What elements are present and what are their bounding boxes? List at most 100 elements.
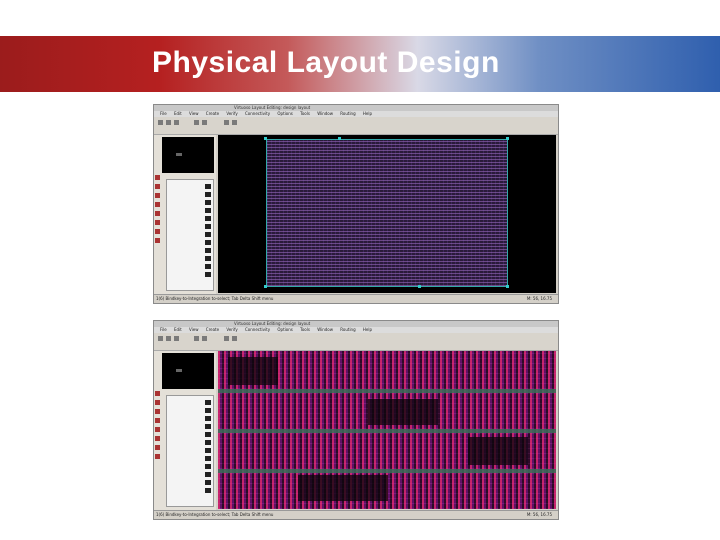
menu-options[interactable]: Options — [277, 111, 292, 116]
menu-verify[interactable]: Verify — [226, 111, 237, 116]
layer-row[interactable] — [168, 456, 214, 461]
layer-row[interactable] — [168, 480, 214, 485]
layer-row[interactable] — [168, 192, 214, 197]
layer-row[interactable] — [168, 200, 214, 205]
layer-row[interactable] — [168, 472, 214, 477]
layer-row[interactable] — [168, 400, 214, 405]
menu-view[interactable]: View — [189, 327, 199, 332]
tool-icon[interactable] — [155, 418, 160, 423]
layout-canvas[interactable] — [218, 351, 556, 509]
menu-window[interactable]: Window — [317, 327, 333, 332]
tool-icon[interactable] — [155, 184, 160, 189]
toolbar-button-icon[interactable] — [194, 336, 199, 341]
menu-connectivity[interactable]: Connectivity — [245, 111, 270, 116]
menu-options[interactable]: Options — [277, 327, 292, 332]
layer-swatch — [205, 488, 211, 493]
layer-row[interactable] — [168, 448, 214, 453]
cursor-coordinates: M: 56, 16.75 — [526, 296, 552, 301]
layout-screenshot-placement: Virtuoso Layout Editing: design layout F… — [153, 104, 559, 304]
tool-icon[interactable] — [155, 229, 160, 234]
menu-connectivity[interactable]: Connectivity — [245, 327, 270, 332]
layer-row[interactable] — [168, 272, 214, 277]
menu-routing[interactable]: Routing — [340, 327, 355, 332]
menu-tools[interactable]: Tools — [300, 111, 310, 116]
tool-icon[interactable] — [155, 211, 160, 216]
toolbar-button-icon[interactable] — [158, 336, 163, 341]
tool-icon[interactable] — [155, 427, 160, 432]
layer-row[interactable] — [168, 264, 214, 269]
layer-row[interactable] — [168, 184, 214, 189]
toolbar-button-icon[interactable] — [202, 336, 207, 341]
menu-help[interactable]: Help — [363, 111, 372, 116]
tool-icon[interactable] — [155, 454, 160, 459]
menu-routing[interactable]: Routing — [340, 111, 355, 116]
menu-edit[interactable]: Edit — [174, 327, 182, 332]
tool-icon[interactable] — [155, 409, 160, 414]
layer-row[interactable] — [168, 208, 214, 213]
layout-canvas[interactable] — [218, 135, 556, 293]
tool-icon[interactable] — [155, 445, 160, 450]
layer-row[interactable] — [168, 256, 214, 261]
toolbar-button-icon[interactable] — [158, 120, 163, 125]
menu-verify[interactable]: Verify — [226, 327, 237, 332]
tool-icon[interactable] — [155, 436, 160, 441]
io-pin — [338, 137, 341, 140]
toolbar-button-icon[interactable] — [174, 120, 179, 125]
layer-row[interactable] — [168, 440, 214, 445]
menu-tools[interactable]: Tools — [300, 327, 310, 332]
menu-file[interactable]: File — [160, 111, 167, 116]
layer-row[interactable] — [168, 216, 214, 221]
menu-help[interactable]: Help — [363, 327, 372, 332]
layer-row[interactable] — [168, 416, 214, 421]
layer-swatch — [205, 192, 211, 197]
macro-block — [468, 437, 528, 465]
layer-row[interactable] — [168, 408, 214, 413]
menu-create[interactable]: Create — [206, 327, 219, 332]
tool-icon[interactable] — [155, 220, 160, 225]
toolbar-button-icon[interactable] — [202, 120, 207, 125]
status-message: 1(6) Bindkey-to-Integration to-select; T… — [156, 512, 274, 517]
power-rail — [218, 429, 556, 433]
toolbar-button-icon[interactable] — [224, 120, 229, 125]
toolbar — [154, 117, 558, 135]
layer-row[interactable] — [168, 224, 214, 229]
layer-row[interactable] — [168, 240, 214, 245]
io-pin — [506, 137, 509, 140]
tool-icon[interactable] — [155, 202, 160, 207]
io-pin — [506, 285, 509, 288]
toolbar-button-icon[interactable] — [174, 336, 179, 341]
slide-title: Physical Layout Design — [152, 46, 500, 79]
toolbar-button-icon[interactable] — [166, 336, 171, 341]
layer-swatch — [205, 480, 211, 485]
layer-list[interactable] — [166, 179, 214, 291]
tool-icon[interactable] — [155, 238, 160, 243]
layer-swatch — [205, 216, 211, 221]
toolbar-button-icon[interactable] — [224, 336, 229, 341]
menu-view[interactable]: View — [189, 111, 199, 116]
toolbar-button-icon[interactable] — [232, 336, 237, 341]
layer-list[interactable] — [166, 395, 214, 507]
power-rail — [218, 469, 556, 473]
layer-swatch — [205, 200, 211, 205]
layer-row[interactable] — [168, 248, 214, 253]
layer-row[interactable] — [168, 464, 214, 469]
tool-icon[interactable] — [155, 175, 160, 180]
tool-icon[interactable] — [155, 193, 160, 198]
menu-window[interactable]: Window — [317, 111, 333, 116]
menu-file[interactable]: File — [160, 327, 167, 332]
navigator-window[interactable] — [162, 137, 214, 173]
macro-block — [368, 399, 438, 425]
menu-create[interactable]: Create — [206, 111, 219, 116]
tool-icon[interactable] — [155, 391, 160, 396]
layer-row[interactable] — [168, 488, 214, 493]
toolbar-button-icon[interactable] — [194, 120, 199, 125]
navigator-window[interactable] — [162, 353, 214, 389]
toolbar-button-icon[interactable] — [166, 120, 171, 125]
layer-row[interactable] — [168, 424, 214, 429]
tool-icon[interactable] — [155, 400, 160, 405]
layer-swatch — [205, 184, 211, 189]
layer-row[interactable] — [168, 432, 214, 437]
layer-row[interactable] — [168, 232, 214, 237]
toolbar-button-icon[interactable] — [232, 120, 237, 125]
menu-edit[interactable]: Edit — [174, 111, 182, 116]
